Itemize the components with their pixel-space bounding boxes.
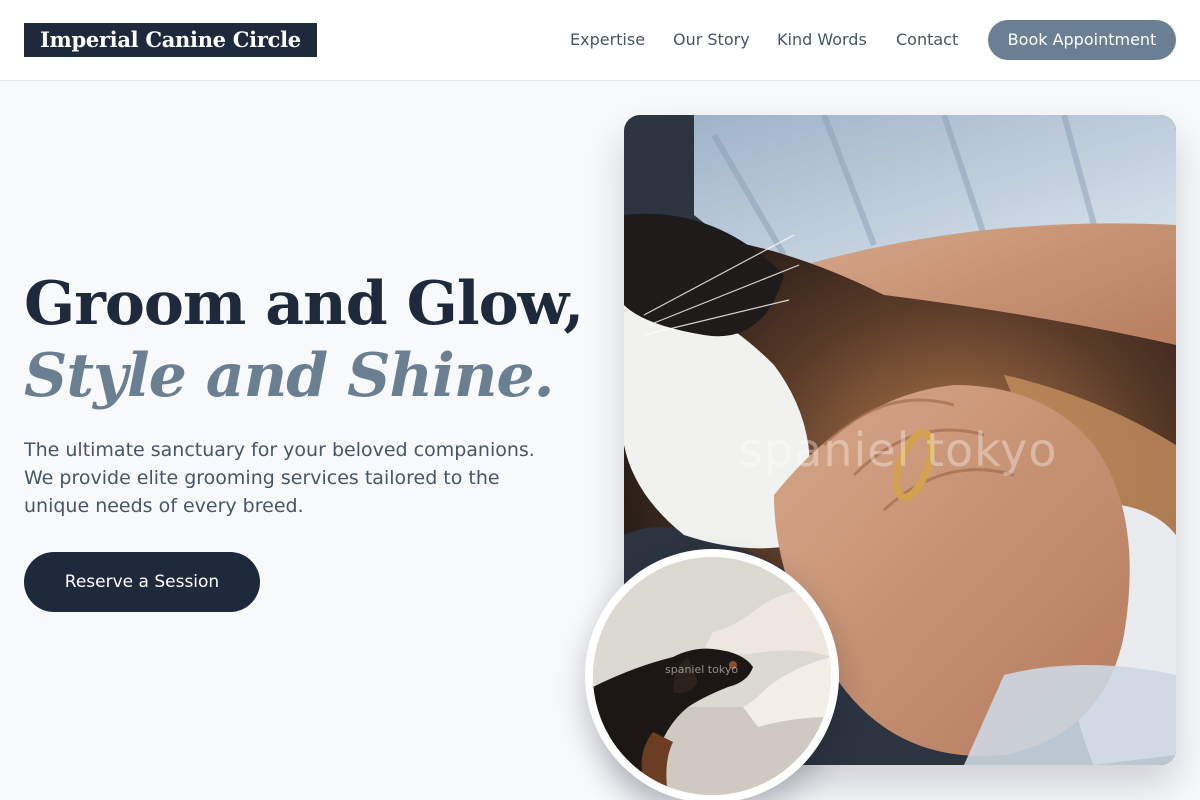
book-appointment-button[interactable]: Book Appointment	[988, 20, 1176, 60]
nav-link-expertise[interactable]: Expertise	[570, 30, 645, 50]
site-logo[interactable]: Imperial Canine Circle	[24, 23, 317, 57]
dachshund-grooming-illustration	[593, 557, 831, 795]
nav-link-contact[interactable]: Contact	[896, 30, 958, 50]
circle-photo-watermark: spaniel tokyo	[665, 663, 739, 676]
nav-link-kind-words[interactable]: Kind Words	[777, 30, 867, 50]
site-header: Imperial Canine Circle Expertise Our Sto…	[0, 0, 1200, 81]
nav-link-our-story[interactable]: Our Story	[673, 30, 750, 50]
hero-headline-secondary: Style and Shine.	[24, 341, 555, 411]
grooming-dog-photo: spaniel tokyo	[585, 549, 839, 800]
hero-description: The ultimate sanctuary for your beloved …	[24, 439, 535, 517]
hero-headline-primary: Groom and Glow,	[24, 269, 584, 339]
main-photo-watermark: spaniel tokyo	[739, 423, 1058, 477]
grooming-dog-photo-frame	[593, 557, 831, 795]
reserve-session-button[interactable]: Reserve a Session	[24, 552, 260, 612]
